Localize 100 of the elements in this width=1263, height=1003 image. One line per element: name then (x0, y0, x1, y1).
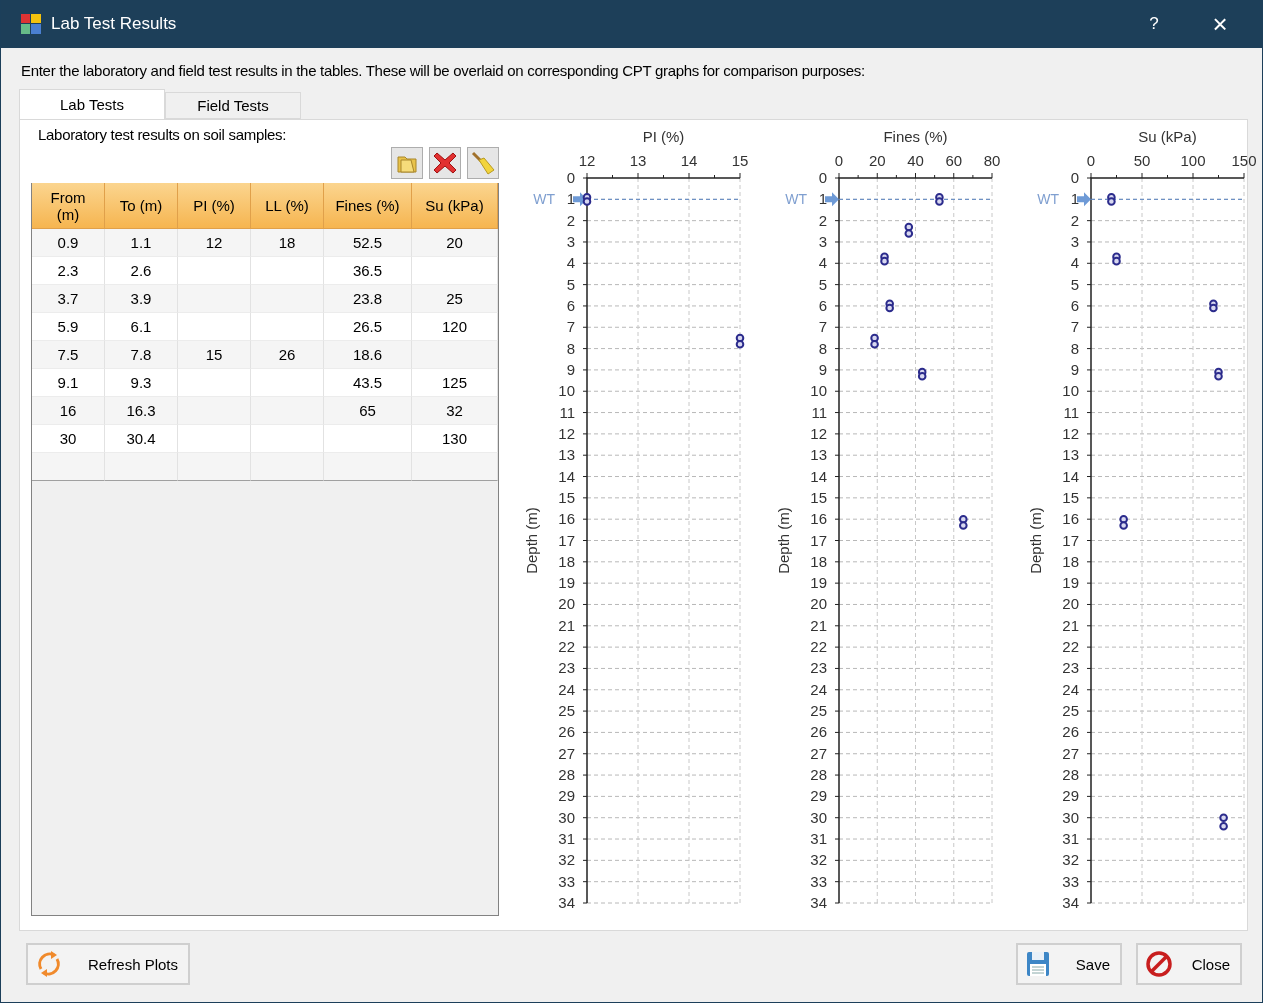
tick-label: 18 (810, 552, 827, 570)
tick-label: 24 (1062, 680, 1079, 698)
tick-label: 16 (1062, 510, 1079, 528)
tick-label: 8 (1070, 339, 1079, 357)
tick-label: 50 (1133, 152, 1151, 169)
tick-label: 19 (558, 574, 575, 592)
tick-label: 15 (731, 152, 749, 169)
tick-label: 28 (1062, 766, 1079, 784)
tick-label: 26 (810, 723, 827, 741)
tick-label: 5 (566, 275, 575, 293)
tick-label: 26 (558, 723, 575, 741)
tick-label: 33 (558, 872, 575, 890)
axis-label: Depth (m) (523, 507, 540, 574)
tick-label: 12 (1062, 424, 1079, 442)
tick-label: 10 (1062, 382, 1079, 400)
tick-label: 29 (558, 787, 575, 805)
tick-label: 10 (810, 382, 827, 400)
tick-label: 3 (566, 232, 575, 250)
section-label: Laboratory test results on soil samples: (38, 126, 288, 143)
tick-label: 8 (818, 339, 827, 357)
tick-label: 13 (810, 446, 827, 464)
tick-label: 2 (1070, 211, 1079, 229)
tick-label: 23 (810, 659, 827, 677)
tick-label: 15 (558, 488, 575, 506)
water-table-label: WT (1037, 191, 1059, 208)
tick-label: 20 (1062, 595, 1079, 613)
tick-label: 21 (1062, 616, 1079, 634)
tick-label: 26 (1062, 723, 1079, 741)
chart-title: Su (kPa) (1138, 128, 1197, 145)
tick-label: 8 (566, 339, 575, 357)
tick-label: 18 (558, 552, 575, 570)
tick-label: 15 (1062, 488, 1079, 506)
tick-label: 22 (558, 638, 575, 656)
tick-label: 33 (810, 872, 827, 890)
tick-label: 0 (1070, 169, 1079, 186)
tick-label: 29 (1062, 787, 1079, 805)
tick-label: 5 (1070, 275, 1079, 293)
tick-label: 11 (1063, 403, 1079, 421)
tick-label: 2 (818, 211, 827, 229)
tick-label: 13 (558, 446, 575, 464)
tick-label: 9 (1070, 360, 1079, 378)
instruction-text: Enter the laboratory and field test results in the tables. These will be overlaid on corresponding CPT graphs for comparison purposes: (20, 61, 866, 81)
tick-label: 9 (818, 360, 827, 378)
tick-label: 17 (810, 531, 827, 549)
tick-label: 6 (818, 296, 827, 314)
tick-label: 13 (1062, 446, 1079, 464)
tick-label: 6 (566, 296, 575, 314)
tick-label: 12 (810, 424, 827, 442)
tick-label: 1 (1070, 190, 1079, 208)
tick-label: 32 (558, 851, 575, 869)
tick-label: 12 (558, 424, 575, 442)
tick-label: 4 (1070, 254, 1079, 272)
tick-label: 30 (810, 808, 827, 826)
tick-label: 7 (1070, 318, 1079, 336)
tick-label: 12 (578, 152, 596, 169)
tick-label: 29 (810, 787, 827, 805)
tick-label: 21 (810, 616, 827, 634)
tick-label: 2 (566, 211, 575, 229)
tick-label: 6 (1070, 296, 1079, 314)
tick-label: 20 (868, 152, 886, 169)
tick-label: 11 (811, 403, 827, 421)
tick-label: 30 (1062, 808, 1079, 826)
tick-label: 22 (810, 638, 827, 656)
tick-label: 28 (810, 766, 827, 784)
tick-label: 14 (558, 467, 575, 485)
tick-label: 28 (558, 766, 575, 784)
tick-label: 27 (1062, 744, 1079, 762)
tick-label: 20 (558, 595, 575, 613)
tick-label: 0 (1086, 152, 1096, 169)
tick-label: 3 (1070, 232, 1079, 250)
tick-label: 80 (983, 152, 1001, 169)
tick-label: 14 (680, 152, 698, 169)
chart-title: PI (%) (642, 128, 685, 145)
tick-label: 150 (1231, 152, 1257, 169)
tick-label: 31 (1062, 830, 1079, 848)
tick-label: 30 (558, 808, 575, 826)
tick-label: 17 (558, 531, 575, 549)
tick-label: 31 (810, 830, 827, 848)
tick-label: 40 (907, 152, 924, 169)
tick-label: 23 (1062, 659, 1079, 677)
tick-label: 27 (558, 744, 575, 762)
tick-label: 32 (1062, 851, 1079, 869)
tick-label: 33 (1062, 872, 1079, 890)
tick-label: 34 (810, 894, 827, 911)
tick-label: 10 (558, 382, 575, 400)
tick-label: 27 (810, 744, 827, 762)
axis-label: Depth (m) (775, 507, 792, 574)
tick-label: 23 (558, 659, 575, 677)
tick-label: 0 (818, 169, 827, 186)
tick-label: 16 (558, 510, 575, 528)
water-table-label: WT (533, 191, 555, 208)
tick-label: 0 (566, 169, 575, 186)
tick-label: 3 (818, 232, 827, 250)
tick-label: 25 (558, 702, 575, 720)
tick-label: 11 (559, 403, 575, 421)
tick-label: 24 (810, 680, 827, 698)
window-title: Lab Test Results (51, 14, 178, 34)
axis-label: Depth (m) (1027, 507, 1044, 574)
tick-label: 4 (818, 254, 827, 272)
tick-label: 5 (818, 275, 827, 293)
